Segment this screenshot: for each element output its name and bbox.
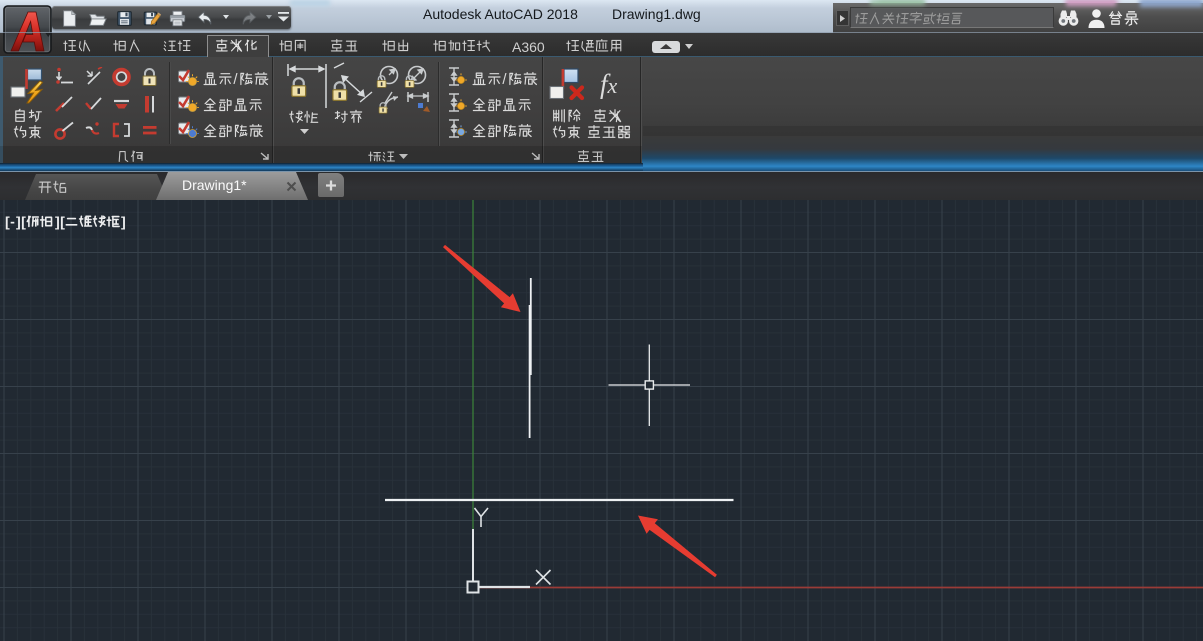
- svg-text:/: /: [233, 72, 238, 88]
- svg-text:-: -: [10, 215, 15, 231]
- svg-text:]: ]: [55, 215, 60, 231]
- svg-text:/: /: [502, 72, 507, 88]
- svg-text:]: ]: [121, 215, 126, 231]
- svg-text:]: ]: [16, 215, 21, 231]
